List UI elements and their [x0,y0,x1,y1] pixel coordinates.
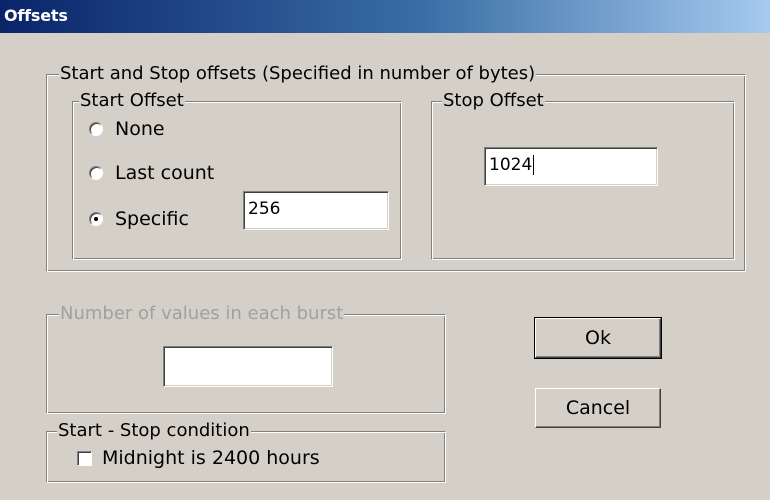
offsets-group: Start and Stop offsets (Specified in num… [46,63,746,272]
condition-group-legend: Start - Stop condition [57,420,251,442]
radio-specific-button[interactable] [89,212,103,226]
radio-specific-label: Specific [115,208,189,230]
cancel-button-label: Cancel [565,397,631,419]
stop-offset-input[interactable]: 1024 [484,147,658,186]
cancel-button[interactable]: Cancel [535,388,661,428]
burst-group-legend: Number of values in each burst [59,303,345,325]
radio-last-count[interactable]: Last count [89,162,214,184]
radio-last-count-label: Last count [115,162,215,184]
radio-last-count-button[interactable] [89,166,103,180]
radio-none-button[interactable] [89,122,103,136]
stop-offset-value: 1024 [489,155,533,175]
start-stop-condition-group: Start - Stop condition Midnight is 2400 … [46,420,446,483]
burst-group: Number of values in each burst [46,303,446,414]
midnight-checkbox-row[interactable]: Midnight is 2400 hours [77,447,320,469]
radio-none-label: None [115,118,165,140]
ok-button-label: Ok [585,327,611,349]
radio-none[interactable]: None [89,118,165,140]
burst-input[interactable] [163,346,333,387]
midnight-checkbox[interactable] [77,450,92,466]
offsets-group-legend: Start and Stop offsets (Specified in num… [59,63,537,85]
offsets-dialog: Offsets Start and Stop offsets (Specifie… [0,0,770,500]
text-caret [533,155,535,175]
stop-offset-group: Stop Offset 1024 [431,90,735,260]
start-offset-group: Start Offset None Last count Specific 25… [72,90,402,260]
title-bar[interactable]: Offsets [0,0,770,33]
radio-specific[interactable]: Specific [89,208,189,230]
ok-button[interactable]: Ok [534,317,662,359]
start-offset-input[interactable]: 256 [243,191,389,230]
midnight-checkbox-label: Midnight is 2400 hours [102,447,320,469]
window-title: Offsets [4,6,68,25]
stop-offset-legend: Stop Offset [442,90,545,112]
start-offset-value: 256 [248,199,281,219]
start-offset-legend: Start Offset [79,90,185,112]
